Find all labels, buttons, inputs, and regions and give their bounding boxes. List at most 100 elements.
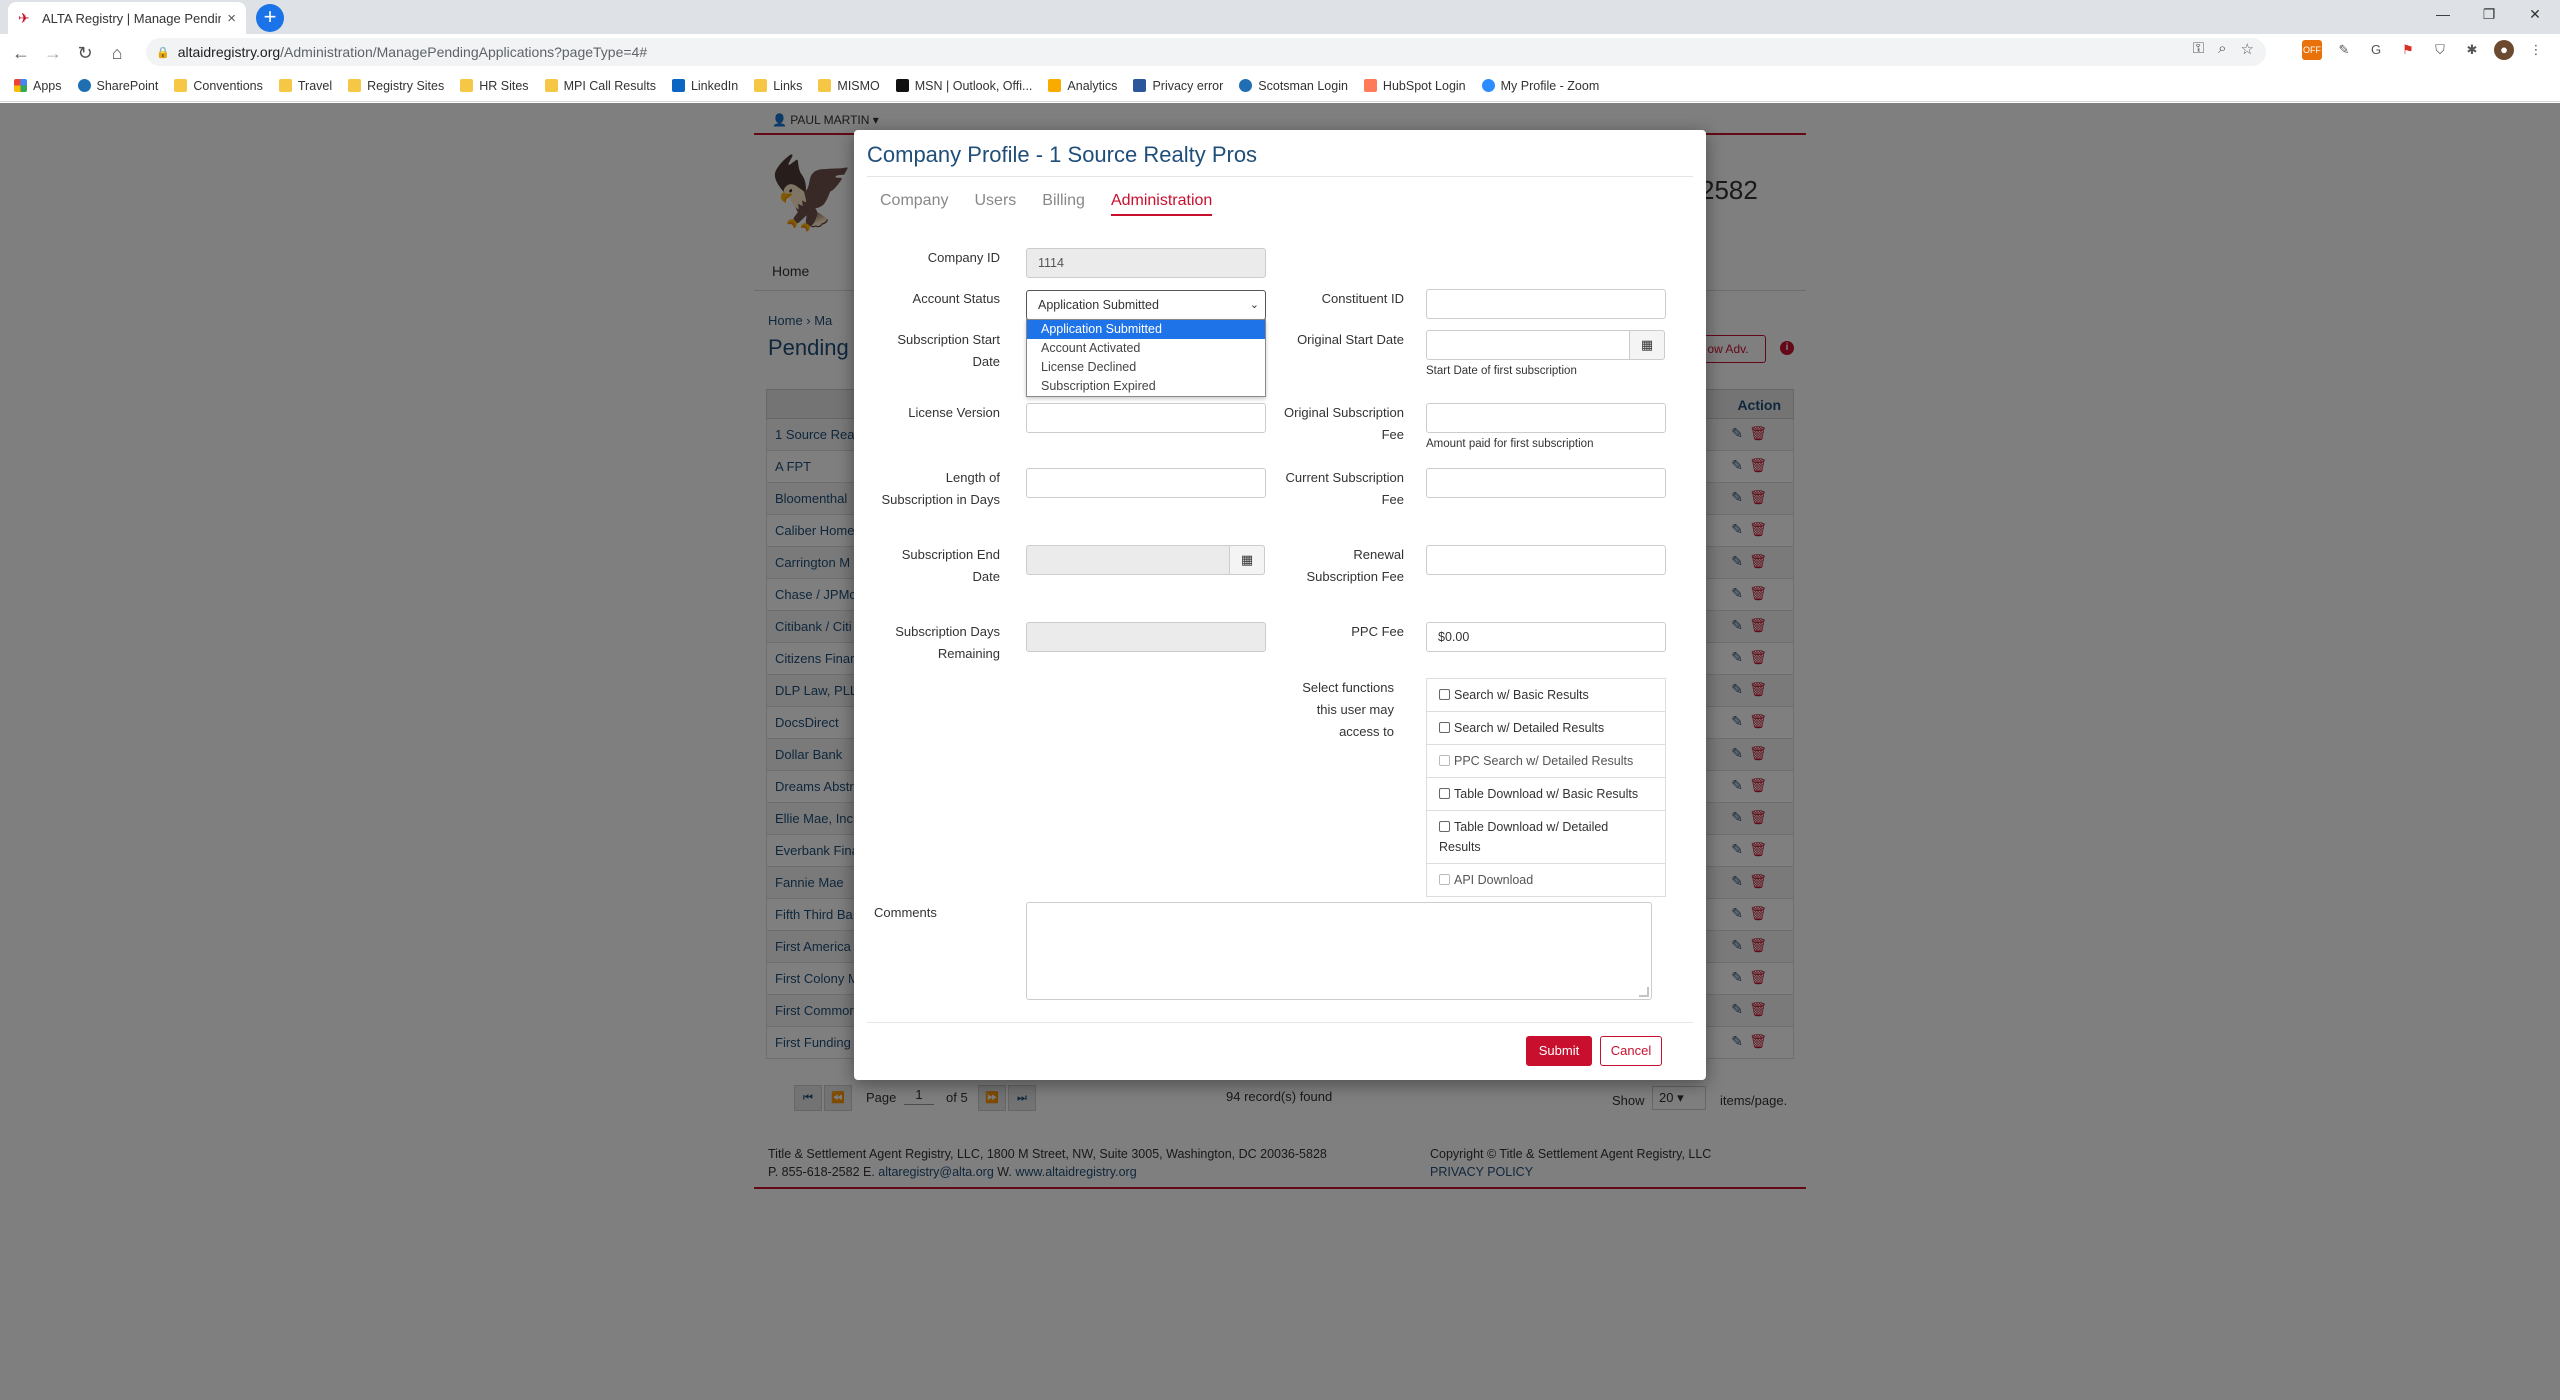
browser-tab-strip: ✈ ALTA Registry | Manage Pending × + — ❐…: [0, 0, 2560, 34]
zoom-icon[interactable]: ⌕: [2218, 40, 2226, 58]
account-status-value: Application Submitted: [1038, 298, 1159, 312]
checkbox[interactable]: [1439, 788, 1450, 799]
status-option-application-submitted[interactable]: Application Submitted: [1027, 320, 1265, 339]
bookmark-label: SharePoint: [96, 78, 159, 93]
bookmark-item[interactable]: Privacy error: [1133, 79, 1223, 93]
original-start-help: Start Date of first subscription: [1426, 365, 1577, 377]
length-in-days-input[interactable]: [1026, 468, 1266, 498]
bookmark-label: My Profile - Zoom: [1500, 78, 1600, 93]
address-bar[interactable]: 🔒 altaidregistry.org/Administration/Mana…: [146, 38, 2266, 66]
modal-divider: [867, 176, 1693, 177]
shield-extension-icon[interactable]: ⛉: [2430, 40, 2450, 60]
original-start-input[interactable]: [1426, 330, 1630, 360]
bookmark-label: Conventions: [193, 78, 263, 93]
calendar-icon[interactable]: ▦: [1629, 330, 1665, 360]
profile-avatar-icon[interactable]: ●: [2494, 40, 2514, 60]
resize-grip-icon[interactable]: [1639, 987, 1649, 997]
close-window-icon[interactable]: ✕: [2512, 0, 2558, 30]
account-status-label: Account Status: [912, 291, 1000, 306]
select-functions-label: Select functions this user may access to: [1302, 680, 1394, 739]
extension-icon[interactable]: ✎: [2334, 40, 2354, 60]
bookmark-label: MISMO: [837, 78, 880, 93]
tab-administration[interactable]: Administration: [1110, 192, 1213, 216]
days-remaining-field: [1026, 622, 1266, 652]
days-remaining-label: Subscription Days Remaining: [895, 624, 1000, 661]
back-icon[interactable]: ←: [8, 40, 34, 66]
current-fee-input[interactable]: [1426, 468, 1666, 498]
bookmark-item[interactable]: Apps: [14, 79, 62, 93]
minimize-icon[interactable]: —: [2420, 0, 2466, 30]
reload-icon[interactable]: ↻: [72, 40, 98, 66]
folder-icon: [460, 79, 474, 92]
function-checkbox-item[interactable]: Table Download w/ Basic Results: [1427, 778, 1665, 811]
bookmark-icon: [1481, 79, 1495, 92]
bookmark-item[interactable]: Registry Sites: [348, 79, 444, 93]
bookmark-item[interactable]: Scotsman Login: [1239, 79, 1348, 93]
bookmark-item[interactable]: Analytics: [1048, 79, 1117, 93]
company-id-label: Company ID: [927, 250, 1000, 265]
checkbox[interactable]: [1439, 689, 1450, 700]
status-option-account-activated[interactable]: Account Activated: [1027, 339, 1265, 358]
bookmark-icon: [77, 79, 91, 92]
key-icon[interactable]: ⚿: [2193, 40, 2204, 58]
checkbox[interactable]: [1439, 722, 1450, 733]
ppc-fee-label: PPC Fee: [1351, 624, 1404, 639]
bookmark-label: HR Sites: [479, 78, 529, 93]
tab-billing[interactable]: Billing: [1042, 192, 1085, 216]
browser-tab[interactable]: ✈ ALTA Registry | Manage Pending ×: [8, 2, 246, 34]
tab-company[interactable]: Company: [880, 192, 948, 216]
bookmark-item[interactable]: HR Sites: [460, 78, 529, 93]
bookmark-label: Apps: [33, 78, 62, 93]
original-fee-input[interactable]: [1426, 403, 1666, 433]
comments-textarea[interactable]: [1026, 902, 1652, 1000]
function-checkbox-item[interactable]: Search w/ Detailed Results: [1427, 712, 1665, 745]
bookmark-item[interactable]: SharePoint: [77, 78, 159, 93]
bookmark-item[interactable]: My Profile - Zoom: [1481, 78, 1600, 93]
profile-tabs: Company Users Billing Administration: [880, 192, 1238, 216]
chevron-down-icon: ⌄: [1249, 299, 1259, 311]
status-option-subscription-expired[interactable]: Subscription Expired: [1027, 377, 1265, 396]
submit-button[interactable]: Submit: [1526, 1036, 1592, 1066]
tab-users[interactable]: Users: [974, 192, 1016, 216]
bookmark-label: Travel: [297, 78, 333, 93]
bookmark-item[interactable]: Travel: [278, 78, 333, 93]
tab-title: ALTA Registry | Manage Pending: [42, 10, 222, 26]
renewal-fee-input[interactable]: [1426, 545, 1666, 575]
cancel-button[interactable]: Cancel: [1600, 1036, 1662, 1066]
ppc-fee-input[interactable]: $0.00: [1426, 622, 1666, 652]
restore-icon[interactable]: ❐: [2466, 0, 2512, 30]
folder-icon: [818, 79, 832, 92]
status-option-license-declined[interactable]: License Declined: [1027, 358, 1265, 377]
bookmark-item[interactable]: MPI Call Results: [544, 79, 656, 93]
bookmark-item[interactable]: Links: [754, 79, 802, 93]
function-checkbox-item[interactable]: Table Download w/ Detailed Results: [1427, 811, 1665, 864]
tab-close-icon[interactable]: ×: [227, 10, 236, 27]
coupon-extension-icon[interactable]: OFF: [2302, 40, 2322, 60]
bookmark-icon: [1133, 79, 1147, 92]
bookmark-item[interactable]: HubSpot Login: [1363, 79, 1466, 93]
checkbox: [1439, 755, 1450, 766]
home-icon[interactable]: ⌂: [104, 40, 130, 66]
calendar-icon[interactable]: ▦: [1229, 545, 1265, 575]
bookmark-icon: [895, 79, 909, 92]
function-label: Table Download w/ Detailed Results: [1439, 820, 1609, 854]
function-checkbox-item[interactable]: Search w/ Basic Results: [1427, 679, 1665, 712]
account-status-select[interactable]: Application Submitted ⌄: [1026, 290, 1266, 320]
bookmark-item[interactable]: MISMO: [818, 78, 880, 93]
original-start-label: Original Start Date: [1297, 332, 1404, 347]
checkbox[interactable]: [1439, 821, 1450, 832]
extensions-puzzle-icon[interactable]: ✱: [2462, 40, 2482, 60]
license-version-input[interactable]: [1026, 403, 1266, 433]
checkbox: [1439, 874, 1450, 885]
forward-icon[interactable]: →: [40, 40, 66, 66]
grammarly-extension-icon[interactable]: G: [2366, 40, 2386, 60]
bookmark-item[interactable]: Conventions: [174, 79, 263, 93]
bookmark-item[interactable]: LinkedIn: [671, 79, 738, 93]
constituent-id-input[interactable]: [1426, 289, 1666, 319]
new-tab-button[interactable]: +: [256, 4, 284, 32]
browser-menu-icon[interactable]: ⋮: [2526, 40, 2546, 60]
bookmark-item[interactable]: MSN | Outlook, Offi...: [895, 79, 1032, 93]
flag-extension-icon[interactable]: ⚑: [2398, 40, 2418, 60]
bookmark-star-icon[interactable]: ☆: [2241, 40, 2254, 58]
bookmark-icon: [14, 79, 27, 92]
